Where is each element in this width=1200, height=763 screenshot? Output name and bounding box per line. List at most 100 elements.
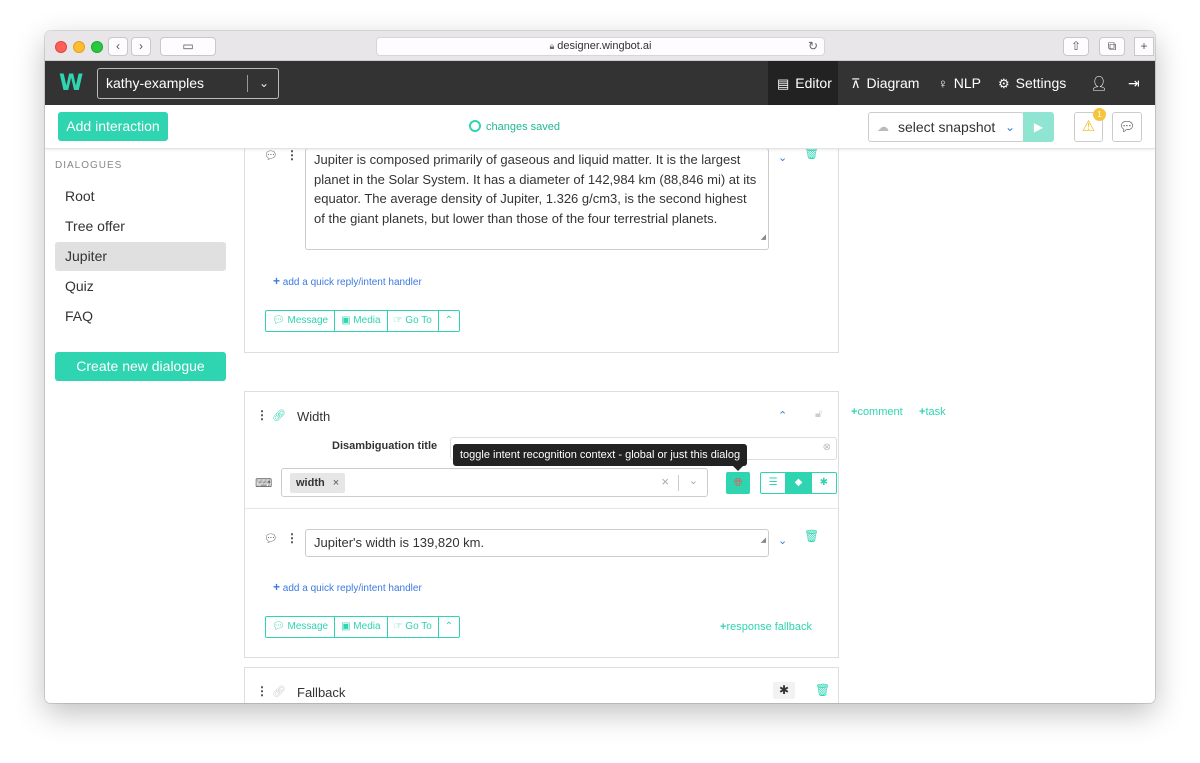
chat-icon[interactable]: 💬︎ (1112, 112, 1142, 142)
keyboard-icon[interactable]: ⌨ (255, 476, 272, 490)
lock-icon[interactable]: 🔓︎ (815, 408, 822, 421)
goto-button[interactable]: ☞ Go To (388, 311, 439, 331)
create-dialogue-button[interactable]: Create new dialogue (55, 352, 226, 381)
intent-mode-buttons: ☰ ◆ ✱ (760, 472, 837, 494)
intent-tag-label: width (296, 477, 325, 489)
message-button[interactable]: 💬︎ Message (266, 617, 336, 637)
nav-diagram[interactable]: ⊼ Diagram (851, 61, 919, 105)
sidebar-title: DIALOGUES (55, 160, 123, 171)
diagram-icon: ⊼ (851, 76, 861, 91)
tag-icon[interactable]: ◆ (786, 473, 812, 493)
add-quick-reply-link[interactable]: + add a quick reply/intent handler (273, 274, 422, 288)
clear-icon[interactable]: ⊗ (823, 442, 831, 453)
maximize-window-button[interactable] (91, 41, 103, 53)
minimize-window-button[interactable] (73, 41, 85, 53)
disambiguation-label: Disambiguation title (332, 440, 438, 452)
user-icon[interactable]: 👤︎ (1090, 61, 1108, 105)
sidebar-toggle-icon[interactable]: ▭ (160, 37, 216, 56)
editor-toolbar: Add interaction changes saved ☁ select s… (45, 105, 1155, 149)
chevron-down-icon[interactable]: ⌄ (689, 474, 698, 487)
message-button[interactable]: 💬︎ Message (266, 311, 336, 331)
drag-handle-icon[interactable]: ⋮ (286, 531, 298, 545)
sidebar-item-faq[interactable]: FAQ (55, 302, 226, 331)
project-name: kathy-examples (106, 75, 205, 91)
collapse-button[interactable]: ⌃ (439, 617, 459, 637)
message-text: Jupiter's width is 139,820 km. (314, 535, 485, 550)
message-icon: 💬︎ (264, 533, 278, 545)
drag-handle-icon[interactable]: ⋮ (256, 684, 268, 698)
drag-handle-icon[interactable]: ⋮ (286, 149, 298, 162)
intent-select[interactable]: width × × ⌄ (281, 468, 708, 497)
tabs-icon[interactable]: ⧉ (1099, 37, 1125, 56)
link-icon[interactable]: 🔗︎ (272, 409, 286, 422)
add-comment-link[interactable]: +comment (851, 406, 903, 418)
nav-nlp[interactable]: ♀ NLP (938, 61, 981, 105)
dialogues-sidebar: DIALOGUES Root Tree offer Jupiter Quiz F… (45, 149, 235, 703)
resize-grip-icon[interactable]: ◢ (761, 528, 766, 554)
trash-icon[interactable]: 🗑︎ (804, 149, 819, 160)
clear-icon[interactable]: × (661, 474, 669, 489)
interaction-title[interactable]: Width (297, 409, 330, 424)
chevron-down-icon[interactable]: ⌄ (778, 534, 787, 547)
list-icon[interactable]: ☰ (761, 473, 787, 493)
message-button-label: Message (287, 621, 329, 632)
sidebar-item-jupiter[interactable]: Jupiter (55, 242, 226, 271)
collapse-button[interactable]: ⌃ (439, 311, 459, 331)
sidebar-item-quiz[interactable]: Quiz (55, 272, 226, 301)
link-icon[interactable]: 🔗︎ (272, 685, 286, 698)
app-navbar: w kathy-examples ⌄ ▤ Editor ⊼ Diagram ♀ NLP… (45, 61, 1155, 105)
chevron-down-icon[interactable]: ⌄ (778, 151, 787, 164)
wingbot-logo[interactable]: w (59, 71, 83, 96)
resize-grip-icon[interactable]: ◢ (761, 228, 766, 248)
sidebar-item-root[interactable]: Root (55, 182, 226, 211)
back-icon[interactable]: ‹ (108, 37, 128, 56)
trash-icon[interactable]: 🗑︎ (815, 683, 830, 697)
interaction-title[interactable]: Fallback (297, 685, 345, 700)
media-button[interactable]: ▣ Media (335, 311, 388, 331)
nav-editor[interactable]: ▤ Editor (768, 61, 838, 105)
close-window-button[interactable] (55, 41, 67, 53)
nav-diagram-label: Diagram (866, 75, 920, 91)
share-icon[interactable]: ⇧ (1063, 37, 1089, 56)
message-textarea[interactable]: Jupiter is composed primarily of gaseous… (305, 149, 769, 250)
snapshot-select[interactable]: ☁ select snapshot ⌄ (868, 112, 1024, 142)
interaction-card-width: ⋮ 🔗︎ Width ⌃ 🔓︎ Disambiguation title ⊗ t… (244, 391, 839, 658)
play-icon[interactable]: ▶ (1023, 112, 1054, 142)
add-quick-reply-text: add a quick reply/intent handler (282, 583, 422, 594)
add-task-link[interactable]: +task (919, 406, 946, 418)
url-bar[interactable]: 🔒︎ designer.wingbot.ai ↻ (376, 37, 825, 56)
interaction-card-jupiter: 💬︎ ⋮ Jupiter is composed primarily of ga… (244, 149, 839, 353)
nav-nlp-label: NLP (953, 75, 981, 91)
remove-tag-icon[interactable]: × (333, 477, 339, 489)
add-comment-text: comment (857, 406, 903, 418)
message-textarea[interactable]: Jupiter's width is 139,820 km. ◢ (305, 529, 769, 557)
new-tab-icon[interactable]: + (1134, 37, 1154, 56)
media-button-label: Media (353, 315, 381, 326)
media-button[interactable]: ▣ Media (335, 617, 388, 637)
asterisk-icon[interactable]: ✱ (773, 682, 795, 699)
add-task-text: task (925, 406, 946, 418)
forward-icon[interactable]: › (131, 37, 151, 56)
reload-icon[interactable]: ↻ (808, 38, 818, 55)
goto-button-label: Go To (405, 621, 432, 632)
chevron-down-icon: ⌄ (1004, 120, 1015, 134)
nav-settings[interactable]: ⚙ Settings (998, 61, 1066, 105)
drag-handle-icon[interactable]: ⋮ (256, 408, 268, 422)
goto-button[interactable]: ☞ Go To (388, 617, 439, 637)
project-select[interactable]: kathy-examples ⌄ (97, 68, 279, 99)
browser-window: ‹ › ▭ 🔒︎ designer.wingbot.ai ↻ ⇧ ⧉ + w ka… (45, 31, 1155, 703)
url-text: designer.wingbot.ai (557, 40, 652, 52)
chevron-up-icon[interactable]: ⌃ (778, 409, 787, 422)
add-quick-reply-link[interactable]: + add a quick reply/intent handler (273, 580, 422, 594)
response-fallback-link[interactable]: +response fallback (720, 621, 812, 633)
intent-tag: width × (290, 473, 346, 493)
logout-icon[interactable]: ⇥ (1128, 61, 1140, 105)
context-toggle-button[interactable]: 🌐︎ (726, 472, 750, 494)
sidebar-item-tree-offer[interactable]: Tree offer (55, 212, 226, 241)
trash-icon[interactable]: 🗑︎ (804, 529, 819, 543)
save-status-text: changes saved (486, 121, 560, 133)
message-icon: 💬︎ (264, 150, 278, 162)
bulb-icon: ♀ (938, 76, 948, 91)
asterisk-icon[interactable]: ✱ (812, 473, 836, 493)
add-interaction-button[interactable]: Add interaction (58, 112, 168, 141)
